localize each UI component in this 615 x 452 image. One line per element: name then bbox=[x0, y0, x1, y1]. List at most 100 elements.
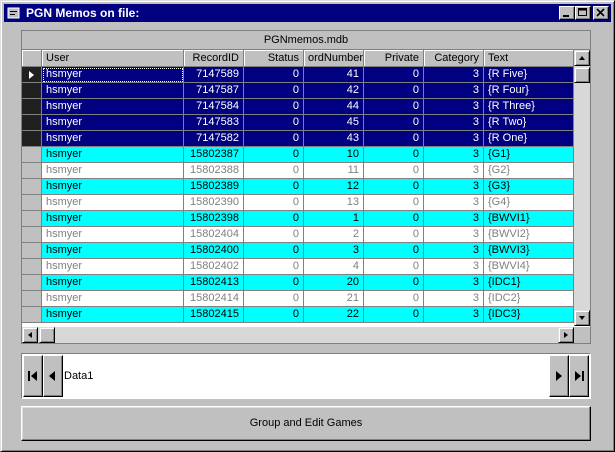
cell-text[interactable]: {R Four} bbox=[484, 83, 574, 99]
column-header-private[interactable]: Private bbox=[364, 50, 424, 67]
cell-recordid[interactable]: 15802398 bbox=[184, 211, 244, 227]
table-row[interactable]: hsmyer 15802413 0 20 0 3 {IDC1} bbox=[22, 275, 574, 291]
row-selector[interactable] bbox=[22, 131, 42, 147]
data-grid[interactable]: PGNmemos.mdb User RecordID Status ordNum… bbox=[21, 30, 591, 344]
cell-category[interactable]: 3 bbox=[424, 67, 484, 83]
row-selector[interactable] bbox=[22, 211, 42, 227]
cell-recordid[interactable]: 7147589 bbox=[184, 67, 244, 83]
cell-recordid[interactable]: 15802389 bbox=[184, 179, 244, 195]
row-selector[interactable] bbox=[22, 67, 42, 83]
cell-category[interactable]: 3 bbox=[424, 211, 484, 227]
cell-text[interactable]: {BWVI4} bbox=[484, 259, 574, 275]
cell-status[interactable]: 0 bbox=[244, 99, 304, 115]
row-selector[interactable] bbox=[22, 99, 42, 115]
cell-private[interactable]: 0 bbox=[364, 83, 424, 99]
cell-private[interactable]: 0 bbox=[364, 227, 424, 243]
scroll-down-button[interactable] bbox=[574, 310, 590, 326]
horizontal-scrollbar[interactable] bbox=[22, 327, 574, 343]
table-row[interactable]: hsmyer 15802402 0 4 0 3 {BWVI4} bbox=[22, 259, 574, 275]
cell-category[interactable]: 3 bbox=[424, 131, 484, 147]
table-row[interactable]: hsmyer 15802390 0 13 0 3 {G4} bbox=[22, 195, 574, 211]
cell-private[interactable]: 0 bbox=[364, 195, 424, 211]
cell-status[interactable]: 0 bbox=[244, 67, 304, 83]
table-row[interactable]: hsmyer 7147584 0 44 0 3 {R Three} bbox=[22, 99, 574, 115]
table-row[interactable]: hsmyer 7147583 0 45 0 3 {R Two} bbox=[22, 115, 574, 131]
cell-status[interactable]: 0 bbox=[244, 211, 304, 227]
cell-text[interactable]: {BWVI1} bbox=[484, 211, 574, 227]
cell-private[interactable]: 0 bbox=[364, 131, 424, 147]
scroll-right-button[interactable] bbox=[558, 327, 574, 343]
cell-recordid[interactable]: 7147583 bbox=[184, 115, 244, 131]
cell-text[interactable]: {IDC3} bbox=[484, 307, 574, 323]
cell-recordid[interactable]: 15802387 bbox=[184, 147, 244, 163]
cell-private[interactable]: 0 bbox=[364, 99, 424, 115]
move-previous-button[interactable] bbox=[43, 355, 63, 397]
cell-text[interactable]: {G3} bbox=[484, 179, 574, 195]
cell-recordid[interactable]: 15802413 bbox=[184, 275, 244, 291]
cell-status[interactable]: 0 bbox=[244, 227, 304, 243]
cell-ordnumber[interactable]: 11 bbox=[304, 163, 364, 179]
cell-recordid[interactable]: 7147582 bbox=[184, 131, 244, 147]
cell-private[interactable]: 0 bbox=[364, 307, 424, 323]
cell-text[interactable]: {R One} bbox=[484, 131, 574, 147]
cell-ordnumber[interactable]: 2 bbox=[304, 227, 364, 243]
cell-text[interactable]: {IDC1} bbox=[484, 275, 574, 291]
row-selector[interactable] bbox=[22, 115, 42, 131]
app-icon[interactable] bbox=[7, 6, 21, 20]
cell-user[interactable]: hsmyer bbox=[42, 243, 184, 259]
row-selector[interactable] bbox=[22, 195, 42, 211]
table-row[interactable]: hsmyer 7147587 0 42 0 3 {R Four} bbox=[22, 83, 574, 99]
cell-recordid[interactable]: 15802388 bbox=[184, 163, 244, 179]
cell-ordnumber[interactable]: 42 bbox=[304, 83, 364, 99]
row-selector[interactable] bbox=[22, 307, 42, 323]
column-header-recordid[interactable]: RecordID bbox=[184, 50, 244, 67]
cell-user[interactable]: hsmyer bbox=[42, 275, 184, 291]
cell-category[interactable]: 3 bbox=[424, 307, 484, 323]
row-selector[interactable] bbox=[22, 227, 42, 243]
vertical-scroll-thumb[interactable] bbox=[574, 67, 590, 83]
cell-status[interactable]: 0 bbox=[244, 147, 304, 163]
cell-ordnumber[interactable]: 22 bbox=[304, 307, 364, 323]
column-header-text[interactable]: Text bbox=[484, 50, 574, 67]
row-selector[interactable] bbox=[22, 163, 42, 179]
cell-category[interactable]: 3 bbox=[424, 291, 484, 307]
table-row[interactable]: hsmyer 15802414 0 21 0 3 {IDC2} bbox=[22, 291, 574, 307]
cell-status[interactable]: 0 bbox=[244, 163, 304, 179]
cell-category[interactable]: 3 bbox=[424, 227, 484, 243]
cell-ordnumber[interactable]: 45 bbox=[304, 115, 364, 131]
row-selector[interactable] bbox=[22, 83, 42, 99]
row-selector[interactable] bbox=[22, 147, 42, 163]
cell-ordnumber[interactable]: 4 bbox=[304, 259, 364, 275]
cell-text[interactable]: {R Five} bbox=[484, 67, 574, 83]
title-bar[interactable]: PGN Memos on file: bbox=[4, 4, 611, 22]
cell-status[interactable]: 0 bbox=[244, 131, 304, 147]
cell-recordid[interactable]: 15802390 bbox=[184, 195, 244, 211]
table-row[interactable]: hsmyer 7147589 0 41 0 3 {R Five} bbox=[22, 67, 574, 83]
cell-category[interactable]: 3 bbox=[424, 243, 484, 259]
cell-category[interactable]: 3 bbox=[424, 259, 484, 275]
cell-private[interactable]: 0 bbox=[364, 115, 424, 131]
cell-category[interactable]: 3 bbox=[424, 179, 484, 195]
move-first-button[interactable] bbox=[23, 355, 43, 397]
cell-status[interactable]: 0 bbox=[244, 195, 304, 211]
cell-recordid[interactable]: 15802404 bbox=[184, 227, 244, 243]
cell-status[interactable]: 0 bbox=[244, 179, 304, 195]
cell-recordid[interactable]: 7147584 bbox=[184, 99, 244, 115]
table-row[interactable]: hsmyer 15802389 0 12 0 3 {G3} bbox=[22, 179, 574, 195]
cell-status[interactable]: 0 bbox=[244, 259, 304, 275]
cell-status[interactable]: 0 bbox=[244, 275, 304, 291]
cell-user[interactable]: hsmyer bbox=[42, 131, 184, 147]
cell-ordnumber[interactable]: 3 bbox=[304, 243, 364, 259]
cell-ordnumber[interactable]: 1 bbox=[304, 211, 364, 227]
cell-private[interactable]: 0 bbox=[364, 291, 424, 307]
table-row[interactable]: hsmyer 15802415 0 22 0 3 {IDC3} bbox=[22, 307, 574, 323]
maximize-button[interactable] bbox=[575, 6, 591, 20]
cell-private[interactable]: 0 bbox=[364, 211, 424, 227]
table-row[interactable]: hsmyer 15802404 0 2 0 3 {BWVI2} bbox=[22, 227, 574, 243]
row-selector[interactable] bbox=[22, 291, 42, 307]
cell-text[interactable]: {R Two} bbox=[484, 115, 574, 131]
cell-ordnumber[interactable]: 12 bbox=[304, 179, 364, 195]
cell-user[interactable]: hsmyer bbox=[42, 307, 184, 323]
column-header-ordnumber[interactable]: ordNumber bbox=[304, 50, 364, 67]
cell-user[interactable]: hsmyer bbox=[42, 99, 184, 115]
